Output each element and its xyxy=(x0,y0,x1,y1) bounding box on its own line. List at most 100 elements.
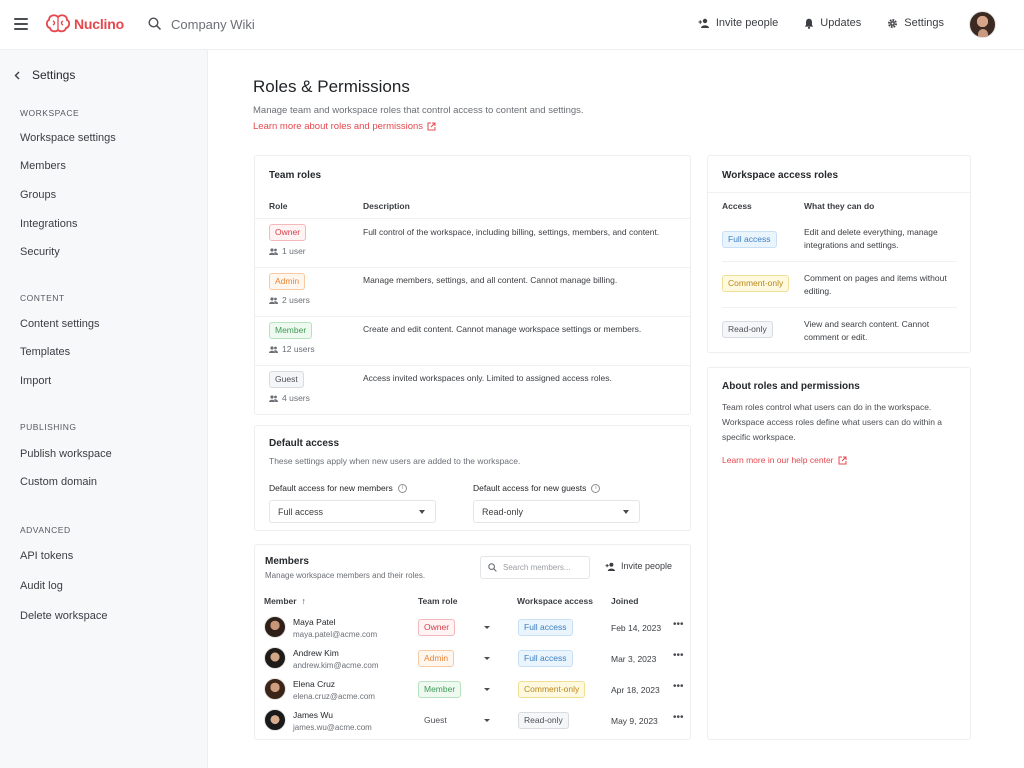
member-access-badge[interactable]: Comment-only xyxy=(518,681,586,698)
more-options-icon[interactable]: ••• xyxy=(673,650,684,661)
avatar xyxy=(264,616,286,638)
read-only-description: View and search content. Cannot comment … xyxy=(804,319,930,342)
member-access-badge[interactable]: Full access xyxy=(518,650,573,667)
invite-people-members-label: Invite people xyxy=(621,561,673,571)
back-to-settings[interactable]: Settings xyxy=(14,68,75,82)
team-roles-card: Team roles Role Description Owner 1 user… xyxy=(254,155,691,415)
default-guests-label: Default access for new guests i xyxy=(473,483,601,493)
member-role-badge[interactable]: Member xyxy=(418,681,462,698)
more-options-icon[interactable]: ••• xyxy=(673,619,684,630)
search-members-input[interactable]: Search members... xyxy=(480,556,590,579)
member-access-badge[interactable]: Full access xyxy=(518,619,573,636)
sidebar-item-custom-domain[interactable]: Custom domain xyxy=(20,476,97,488)
members-title: Members xyxy=(265,556,309,567)
section-advanced: ADVANCED xyxy=(20,525,71,535)
access-column-header: Access xyxy=(722,201,752,211)
users-icon xyxy=(269,247,278,255)
sidebar-item-audit-log[interactable]: Audit log xyxy=(20,580,63,592)
app-name: Nuclino xyxy=(74,16,124,32)
default-access-title: Default access xyxy=(269,438,340,449)
guest-role-description: Access invited workspaces only. Limited … xyxy=(363,373,612,383)
guest-role-badge: Guest xyxy=(269,371,304,388)
settings-button[interactable]: Settings xyxy=(887,17,944,29)
avatar xyxy=(264,678,286,700)
settings-sidebar: Settings WORKSPACE Workspace settings Me… xyxy=(0,50,208,768)
member-role-badge[interactable]: Owner xyxy=(418,619,456,636)
member-email: elena.cruz@acme.com xyxy=(293,692,375,701)
member-access-badge[interactable]: Read-only xyxy=(518,712,569,729)
member-joined-date: Apr 18, 2023 xyxy=(611,685,660,695)
sidebar-item-groups[interactable]: Groups xyxy=(20,189,56,201)
member-name: Maya Patel xyxy=(293,617,336,627)
sidebar-item-import[interactable]: Import xyxy=(20,375,51,387)
chevron-down-icon[interactable] xyxy=(484,719,490,722)
sort-arrow-icon: ↑ xyxy=(301,596,306,606)
more-options-icon[interactable]: ••• xyxy=(673,681,684,692)
comment-only-badge: Comment-only xyxy=(722,275,790,292)
invite-people-label: Invite people xyxy=(715,17,779,29)
default-guests-value: Read-only xyxy=(482,506,524,517)
users-icon xyxy=(269,296,278,304)
sidebar-item-workspace-settings[interactable]: Workspace settings xyxy=(20,132,116,144)
role-column-header: Role xyxy=(269,201,288,211)
member-email: james.wu@acme.com xyxy=(293,723,372,732)
sidebar-item-delete-workspace[interactable]: Delete workspace xyxy=(20,610,107,622)
brain-logo-icon xyxy=(46,14,70,33)
admin-role-description: Manage members, settings, and all conten… xyxy=(363,275,618,285)
member-joined-date: May 9, 2023 xyxy=(611,716,658,726)
about-roles-title: About roles and permissions xyxy=(722,381,860,392)
members-description: Manage workspace members and their roles… xyxy=(265,571,426,580)
sidebar-item-content-settings[interactable]: Content settings xyxy=(20,318,100,330)
avatar xyxy=(264,647,286,669)
workspace-access-roles-title: Workspace access roles xyxy=(722,170,839,181)
gear-icon xyxy=(888,18,898,28)
member-column-header[interactable]: Member ↑ xyxy=(264,596,306,606)
sidebar-item-security[interactable]: Security xyxy=(20,246,60,258)
external-link-icon xyxy=(427,122,436,131)
member-role-badge[interactable]: Admin xyxy=(418,650,455,667)
chevron-down-icon[interactable] xyxy=(484,626,490,629)
section-workspace: WORKSPACE xyxy=(20,108,80,118)
chevron-down-icon[interactable] xyxy=(484,688,490,691)
chevron-down-icon xyxy=(419,510,425,514)
sidebar-item-members[interactable]: Members xyxy=(20,160,66,172)
workspace-title[interactable]: Company Wiki xyxy=(171,17,255,32)
owner-role-description: Full control of the workspace, including… xyxy=(363,227,660,237)
description-column-header: Description xyxy=(363,201,410,211)
chevron-down-icon[interactable] xyxy=(484,657,490,660)
nuclino-logo[interactable]: Nuclino xyxy=(46,14,124,34)
sidebar-item-api-tokens[interactable]: API tokens xyxy=(20,550,73,562)
admin-user-count-label: 2 users xyxy=(282,295,310,305)
info-icon[interactable]: i xyxy=(397,483,407,493)
help-center-link[interactable]: Learn more in our help center xyxy=(722,455,847,465)
sidebar-item-integrations[interactable]: Integrations xyxy=(20,218,77,230)
full-access-badge: Full access xyxy=(722,231,777,248)
users-icon xyxy=(269,345,278,353)
owner-user-count: 1 user xyxy=(269,246,306,256)
owner-role-badge: Owner xyxy=(269,224,307,241)
sidebar-item-templates[interactable]: Templates xyxy=(20,346,70,358)
search-icon[interactable] xyxy=(148,17,162,31)
invite-people-button[interactable]: Invite people xyxy=(698,17,778,29)
users-icon xyxy=(269,394,278,402)
more-options-icon[interactable]: ••• xyxy=(673,712,684,723)
default-guests-select[interactable]: Read-only xyxy=(473,500,640,523)
external-link-icon xyxy=(838,456,847,464)
help-center-label: Learn more in our help center xyxy=(722,455,834,465)
invite-person-icon xyxy=(605,562,615,571)
learn-more-link[interactable]: Learn more about roles and permissions xyxy=(253,121,436,132)
chevron-down-icon xyxy=(623,510,629,514)
full-access-description: Edit and delete everything, manage integ… xyxy=(804,227,938,250)
member-joined-date: Mar 3, 2023 xyxy=(611,654,657,664)
default-members-select[interactable]: Full access xyxy=(269,500,436,523)
comment-only-description: Comment on pages and items without editi… xyxy=(804,273,947,296)
info-icon[interactable]: i xyxy=(591,483,601,493)
updates-button[interactable]: Updates xyxy=(804,17,861,29)
workspace-access-column-header: Workspace access xyxy=(517,596,593,606)
member-name: James Wu xyxy=(293,710,333,720)
member-role-badge[interactable]: Guest xyxy=(418,712,453,729)
invite-people-button-members[interactable]: Invite people xyxy=(605,561,672,571)
menu-icon[interactable] xyxy=(14,18,28,30)
user-avatar[interactable] xyxy=(969,11,996,38)
sidebar-item-publish-workspace[interactable]: Publish workspace xyxy=(20,448,112,460)
